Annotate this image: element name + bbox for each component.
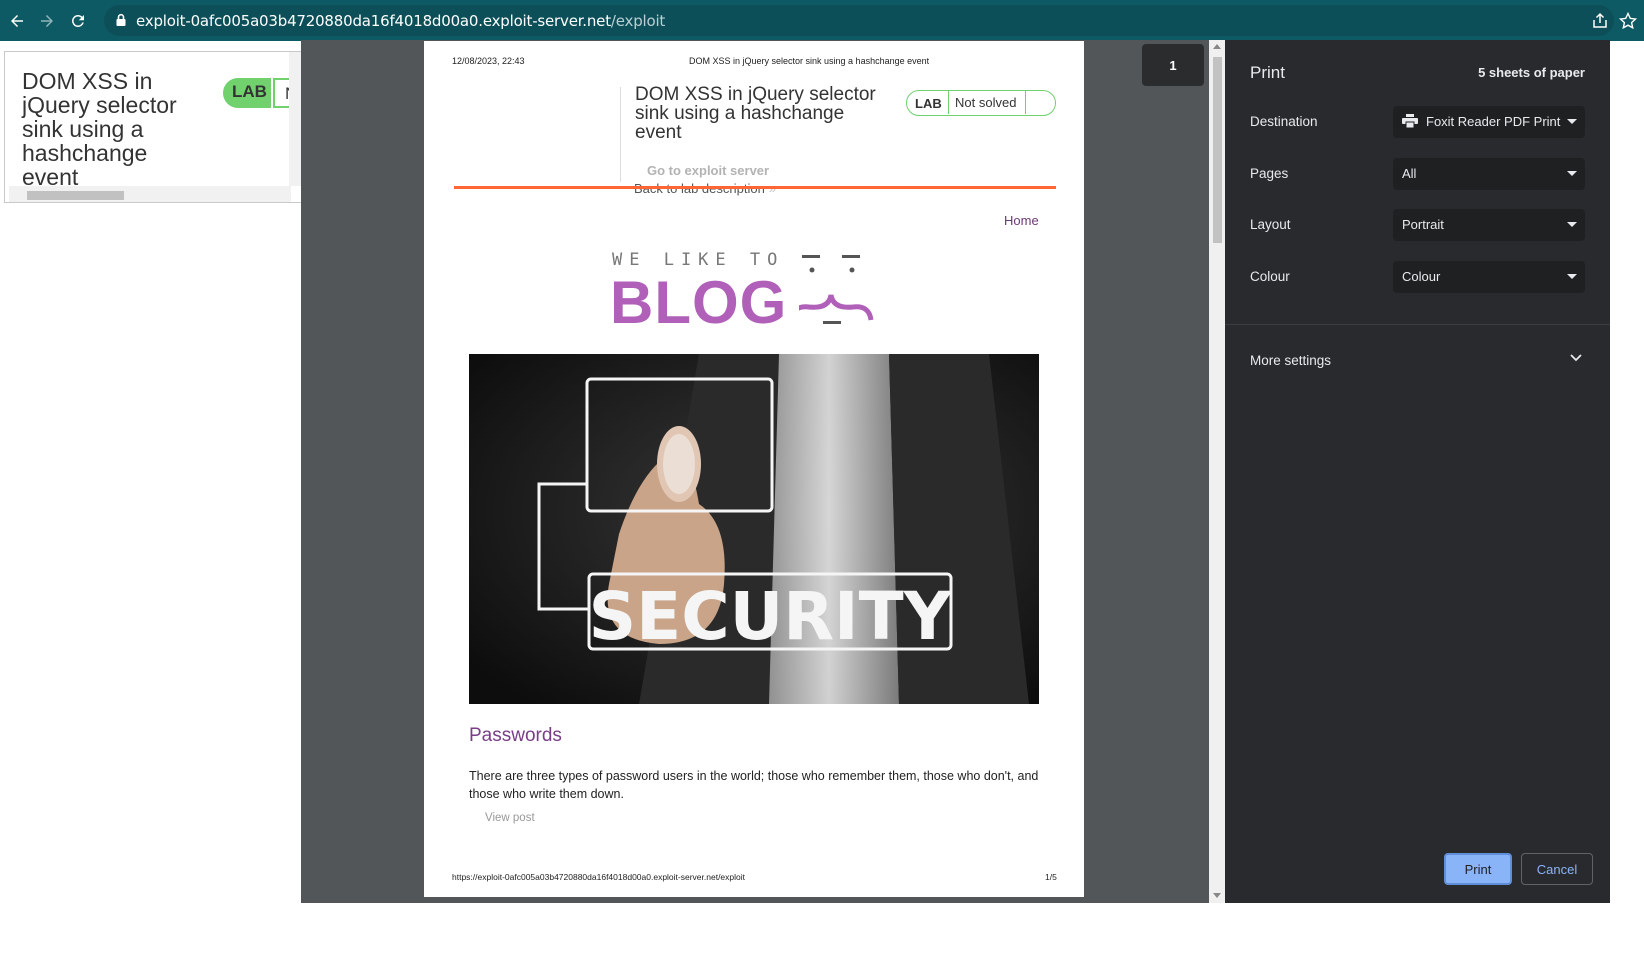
pages-value: All (1402, 166, 1417, 181)
dropdown-caret-icon (1567, 274, 1577, 279)
back-arrow-icon[interactable] (5, 9, 29, 33)
background-lab-badge: LAB (223, 78, 271, 108)
blog-logo-word: BLOG (610, 269, 788, 336)
layout-value: Portrait (1402, 217, 1444, 232)
pages-select[interactable]: All (1393, 158, 1585, 190)
background-page-title: DOM XSS in jQuery selector sink using a … (22, 68, 177, 190)
preview-page: 12/08/2023, 22:43 DOM XSS in jQuery sele… (424, 41, 1084, 897)
print-footer-url: https://exploit-0afc005a03b4720880da16f4… (452, 872, 745, 882)
blog-tagline: WE LIKE TO (612, 250, 785, 270)
print-settings-panel: Print 5 sheets of paper Destination Foxi… (1225, 40, 1610, 903)
destination-select[interactable]: Foxit Reader PDF Print (1393, 106, 1585, 138)
sheet-count: 5 sheets of paper (1478, 65, 1585, 80)
print-button[interactable]: Print (1444, 853, 1512, 885)
print-header-title: DOM XSS in jQuery selector sink using a … (689, 56, 930, 66)
background-horizontal-scrollbar[interactable] (9, 186, 291, 202)
layout-select[interactable]: Portrait (1393, 209, 1585, 241)
destination-value: Foxit Reader PDF Print (1426, 114, 1561, 129)
colour-value: Colour (1402, 269, 1441, 284)
lab-badge: LAB (915, 96, 942, 111)
background-scroll-thumb[interactable] (27, 191, 124, 200)
preview-scroll-thumb[interactable] (1213, 57, 1222, 243)
dropdown-caret-icon (1567, 222, 1577, 227)
destination-label: Destination (1250, 114, 1318, 129)
hero-security-text: SECURITY (589, 578, 953, 655)
scroll-down-arrow-icon[interactable] (1213, 893, 1221, 898)
browser-toolbar: exploit-0afc005a03b4720880da16f4018d00a0… (0, 0, 1644, 41)
lab-status-widget: LAB Not solved (906, 90, 1056, 116)
lab-status-divider (1025, 91, 1026, 114)
hero-image: SECURITY (469, 354, 1039, 704)
more-settings-toggle[interactable]: More settings (1250, 353, 1331, 368)
url-text[interactable]: exploit-0afc005a03b4720880da16f4018d00a0… (136, 12, 665, 30)
print-panel-title: Print (1250, 63, 1285, 82)
pages-label: Pages (1250, 166, 1289, 181)
cancel-button[interactable]: Cancel (1521, 853, 1593, 885)
dropdown-caret-icon (1567, 119, 1577, 124)
header-divider (620, 87, 621, 182)
scroll-up-arrow-icon[interactable] (1213, 44, 1221, 49)
layout-label: Layout (1250, 217, 1291, 232)
post-summary: There are three types of password users … (469, 769, 1039, 801)
exploit-server-link[interactable]: Go to exploit server (647, 163, 769, 178)
blog-face-logo-icon (799, 255, 874, 324)
share-icon[interactable] (1590, 11, 1610, 31)
url-host: exploit-0afc005a03b4720880da16f4018d00a0… (136, 12, 611, 30)
url-path: /exploit (610, 12, 666, 30)
post-title[interactable]: Passwords (469, 725, 562, 747)
lock-icon[interactable] (114, 13, 128, 27)
dropdown-caret-icon (1567, 171, 1577, 176)
security-image-icon: SECURITY (469, 354, 1039, 704)
lab-title: DOM XSS in jQuery selector sink using a … (635, 84, 876, 143)
colour-label: Colour (1250, 269, 1290, 284)
colour-select[interactable]: Colour (1393, 261, 1585, 293)
chevron-down-icon[interactable] (1570, 354, 1582, 362)
view-post-link[interactable]: View post (485, 812, 535, 824)
lab-badge-divider (948, 91, 949, 114)
page-number-indicator: 1 (1142, 44, 1204, 86)
print-header-date: 12/08/2023, 22:43 (452, 56, 525, 66)
preview-scrollbar[interactable] (1209, 40, 1225, 903)
forward-arrow-icon[interactable] (35, 9, 59, 33)
home-link[interactable]: Home (1004, 213, 1039, 228)
bookmark-star-icon[interactable] (1618, 11, 1638, 31)
printer-icon (1402, 114, 1418, 129)
print-footer-page-number: 1/5 (1045, 872, 1057, 882)
lab-status-text: Not solved (955, 95, 1017, 110)
header-accent-line (454, 186, 1056, 189)
reload-icon[interactable] (66, 9, 90, 33)
settings-divider (1225, 324, 1610, 325)
background-page-frame: DOM XSS in jQuery selector sink using a … (4, 51, 302, 203)
